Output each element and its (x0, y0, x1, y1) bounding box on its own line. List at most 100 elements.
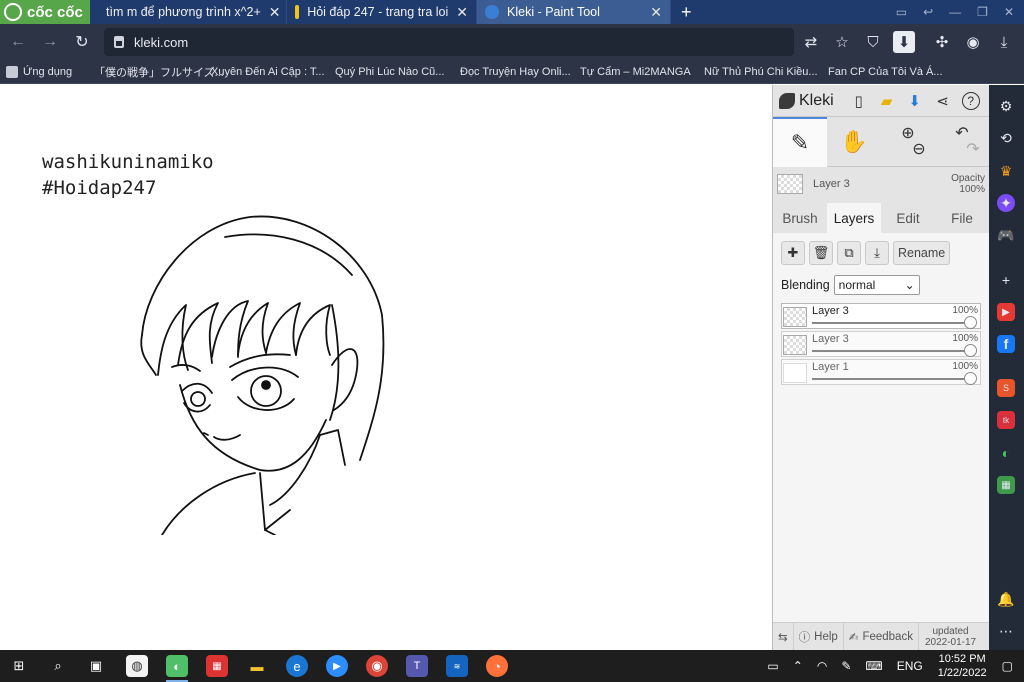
tab-hoidap[interactable]: Hỏi đáp 247 - trang tra loi ✕ (287, 0, 477, 24)
layer-item[interactable]: Layer 1 100% (781, 359, 981, 385)
layer-item[interactable]: Layer 3 100% (781, 331, 981, 357)
close-window-icon[interactable]: ✕ (1004, 5, 1014, 19)
redo-icon[interactable]: ↷ (966, 142, 979, 158)
translate-icon[interactable]: ⇄ (797, 28, 825, 56)
notification-bell-icon[interactable]: 🔔 (997, 590, 1015, 608)
tab-math[interactable]: tìm m để phương trình x^2+ ✕ (90, 0, 287, 24)
opacity-slider-handle[interactable] (964, 372, 977, 385)
open-folder-icon[interactable]: ▰ (878, 92, 896, 110)
notification-icon[interactable]: ▢ (995, 659, 1020, 673)
opacity-slider-track[interactable] (812, 350, 970, 352)
edge-icon[interactable]: e (286, 655, 308, 677)
layer-item[interactable]: Layer 3 100% (781, 303, 981, 329)
forward-icon[interactable]: → (36, 28, 64, 56)
add-icon[interactable]: + (997, 271, 1015, 289)
chevron-up-icon[interactable]: ⌃ (786, 659, 810, 673)
coccoc-taskbar-icon[interactable]: ◐ (166, 655, 188, 682)
tab-file[interactable]: File (935, 203, 989, 233)
url-field[interactable]: kleki.com (104, 28, 794, 56)
help-link[interactable]: ⓘ Help (794, 622, 844, 651)
bookmark-item[interactable]: Quý Phi Lúc Nào Cũ... (324, 66, 449, 78)
undo-icon[interactable]: ↶ (955, 126, 968, 142)
opacity-slider-track[interactable] (812, 322, 970, 324)
zoom-out-icon[interactable]: ⊖ (912, 142, 925, 158)
bookmark-item[interactable]: 「僕の戦争」フルサイズ... (83, 64, 224, 80)
bookmark-star-icon[interactable]: ☆ (828, 28, 856, 56)
teams-icon[interactable]: T (406, 655, 428, 677)
download-box-icon[interactable]: ⬇ (890, 28, 918, 56)
search-icon[interactable]: ⌕ (47, 655, 69, 677)
shield-icon[interactable]: ⛉ (859, 28, 887, 56)
back-icon[interactable]: ← (4, 28, 32, 56)
media-icon[interactable]: ▭ (896, 5, 907, 19)
screen-icon[interactable]: ▭ (760, 659, 785, 673)
extensions-icon[interactable]: ✣ (928, 28, 956, 56)
chrome-icon[interactable]: ◉ (366, 655, 388, 677)
tab-layers[interactable]: Layers (827, 203, 881, 233)
feedback-link[interactable]: ✍ Feedback (844, 622, 919, 651)
windows-start-icon[interactable]: ⊞ (8, 655, 30, 677)
drawing-canvas[interactable]: washikuninamiko #Hoidap247 (0, 85, 772, 650)
close-icon[interactable]: ✕ (456, 4, 468, 21)
browser-brand[interactable]: cốc cốc (0, 0, 90, 24)
opacity-slider-track[interactable] (812, 378, 970, 380)
tiki-icon[interactable]: tk (997, 411, 1015, 429)
zoom-app-icon[interactable]: ▶ (326, 655, 348, 677)
add-layer-icon[interactable]: ✚ (781, 241, 805, 265)
opacity-slider-handle[interactable] (964, 344, 977, 357)
new-tab-button[interactable]: + (671, 2, 702, 23)
minimize-icon[interactable]: — (949, 5, 961, 19)
coccoc-icon[interactable]: ◐ (997, 444, 1015, 462)
profile-icon[interactable]: ◉ (959, 28, 987, 56)
tab-kleki[interactable]: Kleki - Paint Tool ✕ (477, 0, 671, 24)
share-icon[interactable]: ⋖ (934, 92, 952, 110)
zoom-in-icon[interactable]: ⊕ (901, 126, 914, 142)
back-window-icon[interactable]: ↩ (923, 5, 933, 19)
delete-layer-icon[interactable]: 🗑 (809, 241, 833, 265)
history-icon[interactable]: ⟲ (997, 129, 1015, 147)
clock[interactable]: 10:52 PM 1/22/2022 (930, 652, 995, 680)
settings-gear-icon[interactable]: ⚙ (997, 97, 1015, 115)
reload-icon[interactable]: ↻ (68, 28, 96, 56)
blending-select[interactable]: normal ⌄ (833, 275, 920, 295)
bookmark-apps[interactable]: Ứng dụng (0, 65, 83, 78)
brush-tool-button[interactable]: ✎ (773, 117, 827, 167)
paint-app-icon[interactable]: ◍ (126, 655, 148, 677)
tab-edit[interactable]: Edit (881, 203, 935, 233)
shopee-icon[interactable]: S (997, 379, 1015, 397)
new-image-icon[interactable]: ▯ (850, 92, 868, 110)
bookmark-item[interactable]: Tự Cẩm – Mi2MANGA (569, 66, 693, 78)
app-icon[interactable]: ▦ (206, 655, 228, 677)
opacity-slider-handle[interactable] (964, 316, 977, 329)
messenger-icon[interactable]: ✦ (997, 194, 1015, 212)
wifi-icon[interactable]: ◠ (810, 659, 834, 673)
sheet-icon[interactable]: ▦ (997, 476, 1015, 494)
keyboard-icon[interactable]: ⌨ (858, 659, 889, 673)
gamepad-icon[interactable]: 🎮 (997, 226, 1015, 244)
rename-button[interactable]: Rename (893, 241, 951, 265)
tab-brush[interactable]: Brush (773, 203, 827, 233)
crown-icon[interactable]: ♛ (997, 162, 1015, 180)
duplicate-layer-icon[interactable]: ⧉ (837, 241, 861, 265)
youtube-icon[interactable]: ▶ (997, 303, 1015, 321)
facebook-icon[interactable]: f (997, 335, 1015, 353)
language-indicator[interactable]: ENG (890, 659, 930, 673)
maximize-icon[interactable]: ❐ (977, 5, 988, 19)
firefox-icon[interactable]: ◔ (486, 655, 508, 677)
merge-layer-icon[interactable]: ⤓ (865, 241, 889, 265)
help-icon[interactable]: ? (961, 91, 980, 110)
file-explorer-icon[interactable]: ▬ (246, 655, 268, 677)
close-icon[interactable]: ✕ (650, 4, 662, 21)
bookmark-item[interactable]: Fan CP Của Tôi Và Á... (817, 66, 943, 78)
hand-tool-button[interactable]: ✋ (827, 117, 881, 167)
close-icon[interactable]: ✕ (269, 4, 281, 21)
app-store-icon[interactable]: ≋ (446, 655, 468, 677)
pen-icon[interactable]: ✎ (834, 659, 858, 673)
bookmark-item[interactable]: Nữ Thủ Phú Chi Kiều... (693, 66, 818, 78)
download-icon[interactable]: ⬇ (906, 92, 924, 110)
downloads-icon[interactable]: ⤓ (990, 28, 1018, 56)
bookmark-item[interactable]: Xuyên Đến Ai Cập : T... (200, 66, 325, 78)
task-view-icon[interactable]: ▣ (85, 655, 107, 677)
swap-side-icon[interactable]: ⇆ (773, 622, 794, 651)
more-icon[interactable]: ⋯ (997, 622, 1015, 640)
